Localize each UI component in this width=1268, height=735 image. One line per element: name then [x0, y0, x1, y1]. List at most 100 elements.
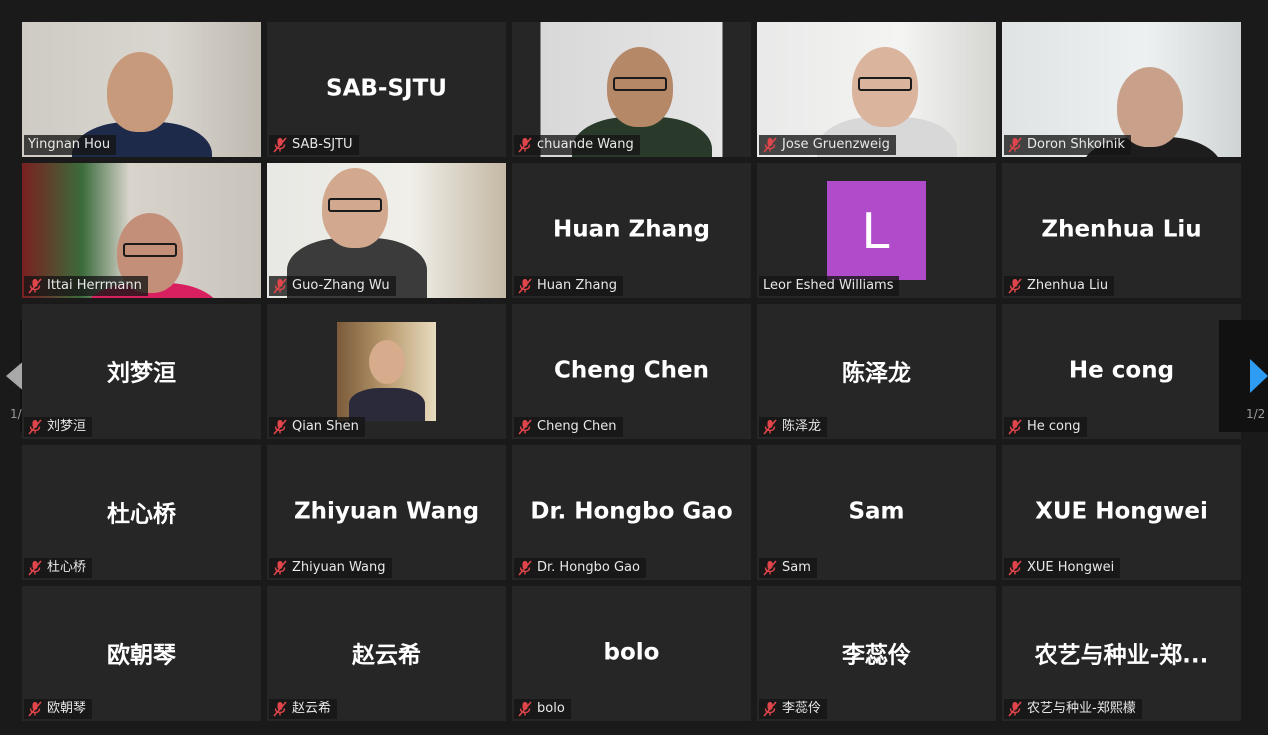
- participant-tile[interactable]: Dr. Hongbo Gao Dr. Hongbo Gao: [512, 445, 751, 580]
- participant-tile[interactable]: 李蕊伶 李蕊伶: [757, 586, 996, 721]
- participant-name-label: 陈泽龙: [759, 417, 828, 437]
- muted-mic-icon: [273, 560, 287, 576]
- participant-tile[interactable]: Doron Shkolnik: [1002, 22, 1241, 157]
- participant-tile[interactable]: XUE Hongwei XUE Hongwei: [1002, 445, 1241, 580]
- participant-name-label: 赵云希: [269, 699, 338, 719]
- muted-mic-icon: [1008, 419, 1022, 435]
- participant-display-name: XUE Hongwei: [1035, 498, 1208, 525]
- profile-photo: [337, 322, 436, 421]
- muted-mic-icon: [1008, 701, 1022, 717]
- muted-mic-icon: [273, 278, 287, 294]
- muted-mic-icon: [1008, 278, 1022, 294]
- participant-tile[interactable]: 欧朝琴 欧朝琴: [22, 586, 261, 721]
- participant-name: 李蕊伶: [782, 701, 822, 716]
- participant-name-label: Zhiyuan Wang: [269, 558, 392, 578]
- participant-name-label: chuande Wang: [514, 135, 640, 155]
- participant-display-name: SAB-SJTU: [326, 75, 447, 102]
- participant-name-label: XUE Hongwei: [1004, 558, 1121, 578]
- participant-tile[interactable]: 刘梦洹 刘梦洹: [22, 304, 261, 439]
- glasses-icon: [858, 77, 912, 91]
- muted-mic-icon: [28, 560, 42, 576]
- participant-tile[interactable]: Yingnan Hou: [22, 22, 261, 157]
- participant-name-label: Guo-Zhang Wu: [269, 276, 396, 296]
- participant-name: Cheng Chen: [537, 419, 617, 434]
- page-indicator-right: 1/2: [1246, 407, 1266, 421]
- muted-mic-icon: [763, 701, 777, 717]
- participant-tile[interactable]: 杜心桥 杜心桥: [22, 445, 261, 580]
- glasses-icon: [123, 243, 177, 257]
- participant-name: 刘梦洹: [47, 419, 87, 434]
- participant-tile[interactable]: Huan Zhang Huan Zhang: [512, 163, 751, 298]
- participant-display-name: 刘梦洹: [107, 359, 176, 386]
- participant-name: Ittai Herrmann: [47, 278, 142, 293]
- participant-tile[interactable]: Zhiyuan Wang Zhiyuan Wang: [267, 445, 506, 580]
- participant-name-label: Ittai Herrmann: [24, 276, 148, 296]
- participant-name: 杜心桥: [47, 560, 87, 575]
- muted-mic-icon: [28, 419, 42, 435]
- participant-display-name: Sam: [848, 498, 905, 525]
- muted-mic-icon: [518, 701, 532, 717]
- participant-name: bolo: [537, 701, 565, 716]
- participant-tile[interactable]: He cong He cong: [1002, 304, 1241, 439]
- participant-display-name: He cong: [1068, 357, 1175, 384]
- participant-name: Sam: [782, 560, 811, 575]
- participant-name-label: He cong: [1004, 417, 1087, 437]
- participant-head: [107, 52, 173, 132]
- participant-name: 农艺与种业-郑熙檬: [1027, 701, 1136, 716]
- muted-mic-icon: [28, 278, 42, 294]
- participant-name: Doron Shkolnik: [1027, 137, 1125, 152]
- participant-name-label: 杜心桥: [24, 558, 93, 578]
- participant-name-label: Huan Zhang: [514, 276, 623, 296]
- participant-tile[interactable]: Guo-Zhang Wu: [267, 163, 506, 298]
- muted-mic-icon: [518, 278, 532, 294]
- participant-tile[interactable]: chuande Wang: [512, 22, 751, 157]
- muted-mic-icon: [518, 560, 532, 576]
- participant-tile[interactable]: Zhenhua Liu Zhenhua Liu: [1002, 163, 1241, 298]
- participant-tile[interactable]: Sam Sam: [757, 445, 996, 580]
- participant-name: He cong: [1027, 419, 1081, 434]
- glasses-icon: [328, 198, 382, 212]
- participant-tile[interactable]: 农艺与种业-郑... 农艺与种业-郑熙檬: [1002, 586, 1241, 721]
- muted-mic-icon: [763, 137, 777, 153]
- next-page-arrow-icon[interactable]: [1250, 359, 1268, 393]
- participant-name-label: Leor Eshed Williams: [759, 276, 900, 296]
- participant-tile[interactable]: SAB-SJTU SAB-SJTU: [267, 22, 506, 157]
- muted-mic-icon: [763, 419, 777, 435]
- participant-name: Huan Zhang: [537, 278, 617, 293]
- participant-tile[interactable]: Qian Shen: [267, 304, 506, 439]
- participant-tile[interactable]: Jose Gruenzweig: [757, 22, 996, 157]
- muted-mic-icon: [28, 701, 42, 717]
- participant-grid: Yingnan Hou SAB-SJTU SAB-SJTU chuande Wang J…: [22, 22, 1241, 721]
- participant-name: chuande Wang: [537, 137, 634, 152]
- glasses-icon: [613, 77, 667, 91]
- participant-display-name: 欧朝琴: [107, 641, 176, 668]
- muted-mic-icon: [273, 419, 287, 435]
- participant-name-label: SAB-SJTU: [269, 135, 359, 155]
- participant-name: Qian Shen: [292, 419, 359, 434]
- muted-mic-icon: [273, 137, 287, 153]
- participant-name: 赵云希: [292, 701, 332, 716]
- participant-tile[interactable]: Cheng Chen Cheng Chen: [512, 304, 751, 439]
- participant-name: Zhenhua Liu: [1027, 278, 1109, 293]
- muted-mic-icon: [518, 137, 532, 153]
- participant-name-label: 刘梦洹: [24, 417, 93, 437]
- participant-name-label: Zhenhua Liu: [1004, 276, 1115, 296]
- participant-display-name: Dr. Hongbo Gao: [530, 498, 733, 525]
- muted-mic-icon: [1008, 560, 1022, 576]
- participant-name-label: Doron Shkolnik: [1004, 135, 1131, 155]
- participant-name: Zhiyuan Wang: [292, 560, 386, 575]
- participant-name: Leor Eshed Williams: [763, 278, 894, 293]
- participant-display-name: Zhenhua Liu: [1041, 216, 1202, 243]
- participant-tile[interactable]: L Leor Eshed Williams: [757, 163, 996, 298]
- participant-name: Yingnan Hou: [28, 137, 111, 152]
- participant-display-name: Zhiyuan Wang: [293, 498, 480, 525]
- participant-name-label: Cheng Chen: [514, 417, 623, 437]
- participant-tile[interactable]: Ittai Herrmann: [22, 163, 261, 298]
- participant-name: Dr. Hongbo Gao: [537, 560, 640, 575]
- participant-tile[interactable]: 陈泽龙 陈泽龙: [757, 304, 996, 439]
- meeting-gallery-view: 1/2 Yingnan Hou SAB-SJTU SAB-SJTU chuande W…: [0, 0, 1268, 735]
- muted-mic-icon: [1008, 137, 1022, 153]
- participant-tile[interactable]: bolo bolo: [512, 586, 751, 721]
- participant-tile[interactable]: 赵云希 赵云希: [267, 586, 506, 721]
- participant-display-name: Cheng Chen: [554, 357, 709, 384]
